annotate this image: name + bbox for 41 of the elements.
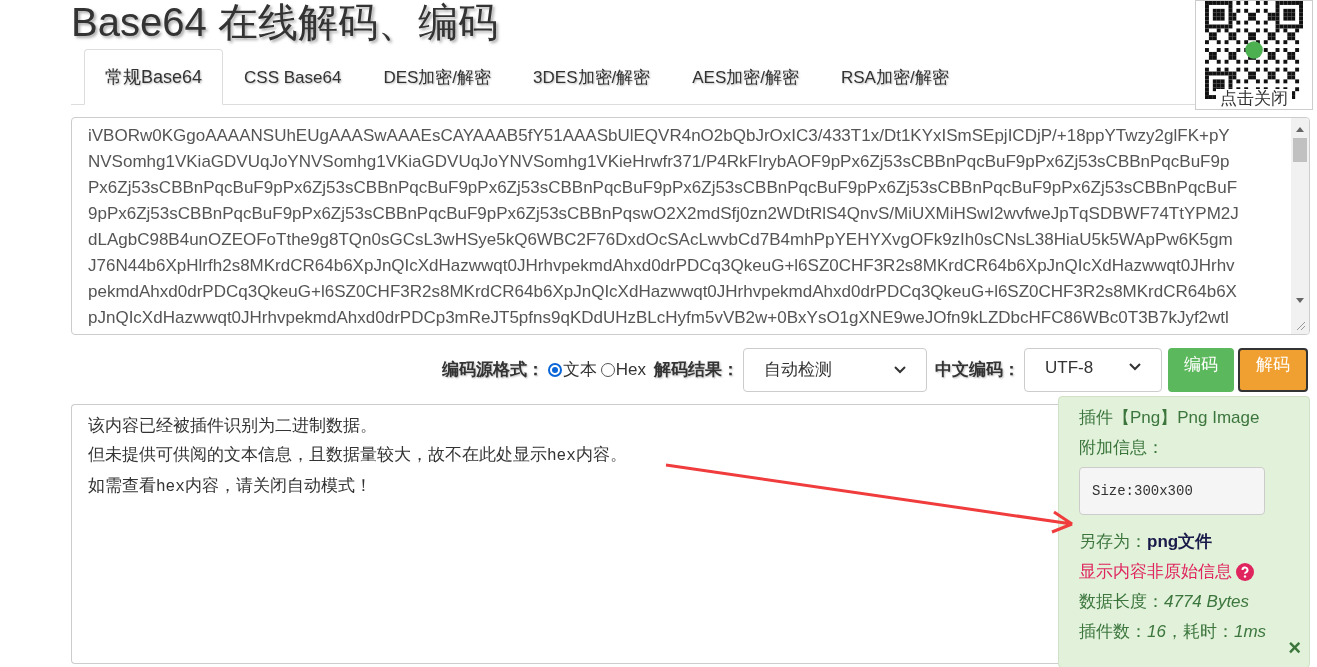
save-as-label: 另存为： — [1079, 531, 1147, 553]
png-file-link[interactable]: png文件 — [1147, 527, 1213, 557]
radio-label: Hex — [615, 359, 646, 382]
tab[interactable]: CSS Base64 — [223, 52, 363, 104]
help-icon[interactable] — [1236, 563, 1254, 581]
source-format-label: 编码源格式： — [441, 359, 544, 382]
output-text-line: 但未提供可供阅的文本信息，且数据量较大，故不在此处显示hex内容。 — [88, 444, 627, 467]
scrollbar[interactable] — [1291, 118, 1309, 334]
input-text-line: pekmdAhxd0drPDCq3QkeuG+l6SZ0CHF3R2s8MKrdCR64b6XpJnQIcXdHazwwqt0JHrhvpekmdAhxd0drPDCq3QkeuG+l6SZ0CHF3R2s8MKrdCR64b6X — [88, 281, 1237, 303]
decode-result-label: 解码结果： — [654, 359, 739, 382]
tab[interactable]: 3DES加密/解密 — [512, 52, 672, 104]
notice-text: 显示内容非原始信息 — [1079, 561, 1232, 583]
charset-label: 中文编码： — [935, 359, 1020, 382]
chevron-down-icon — [894, 366, 906, 374]
data-length-text: 数据长度：4774 Bytes — [1079, 591, 1250, 613]
tab[interactable]: DES加密/解密 — [362, 52, 513, 104]
chevron-down-icon — [1129, 363, 1141, 371]
input-text-line: Px6Zj53sCBBnPqcBuF9pPx6Zj53sCBBnPqcBuF9pPx6Zj53sCBBnPqcBuF9pPx6Zj53sCBBnPqcBuF9pPx6Zj53sCBBnPqcBuF9pPx6Zj53sCBBnPqcBuF — [88, 177, 1237, 199]
input-text-line: J76N44b6XpHlrfh2s8MKrdCR64b6XpJnQIcXdHazwwqt0JHrhvpekmdAhxd0drPDCq3QkeuG+l6SZ0CHF3R2s8MKrdCR64b6XpJnQIcXdHazwwqt0JHrhv — [88, 255, 1235, 277]
input-text-line: iVBORw0KGgoAAAANSUhEUgAAASwAAAEsCAYAAAB5fY51AAASbUlEQVR4nO2bQbJrOxIC3/433T1x/Dt1KYxISmSEpjICDjP/+18ppYTwzy2glFK+pY — [88, 125, 1230, 147]
input-text-line: dLAgbC98B4unOZEOFoTthe9g8TQn0sGCsL3wHSye5kQ6WBC2F76DxdOcSAcLwvbCd7B4mhPpYEHYXvgOFk9zIh0sCNsL38HiaU5k5WApPw6K5gm — [88, 229, 1233, 251]
tab[interactable]: RSA加密/解密 — [820, 52, 970, 104]
page-title: Base64 在线解码、编码 — [71, 0, 498, 44]
input-text-line: pJnQIcXdHazwwqt0JHrhvpekmdAhxd0drPDCp3mReJT5pfns9qKDdUHzBLcHyfm5vVB2w+0BxYsO1gXNE9weJOfn9kLZDbcHFC86WBc0T3B7kJyf2wtl — [88, 307, 1229, 329]
close-button[interactable]: × — [1288, 637, 1301, 659]
input-field[interactable] — [71, 117, 1310, 335]
tab[interactable]: AES加密/解密 — [671, 52, 820, 104]
input-text-line: NVSomhg1VKiaGDVUqJoYNVSomhg1VKiaGDVUqJoYNVSomhg1VKieHrwfr371/P4RkFIrybAOF9pPx6Zj53sCBBnPqcBuF9pPx6Zj53sCBBnPqcBuF9p — [88, 151, 1230, 173]
output-text-line: 该内容已经被插件识别为二进制数据。 — [88, 415, 377, 437]
charset-select[interactable]: UTF-8 — [1024, 348, 1162, 392]
close-qr-link[interactable]: 点击关闭 — [1216, 89, 1292, 109]
output-text-line: 如需查看hex内容，请关闭自动模式！ — [88, 475, 372, 498]
radio-button[interactable] — [547, 363, 562, 377]
extra-info-label: 附加信息： — [1079, 437, 1164, 459]
result-select[interactable]: 自动检测 — [743, 348, 927, 392]
radio-label: 文本 — [562, 359, 597, 382]
plugin-stats-text: 插件数：16，耗时：1ms — [1079, 621, 1267, 643]
plugin-name: 插件【Png】Png Image — [1079, 407, 1260, 429]
extra-info-box: Size:300x300 — [1079, 467, 1265, 515]
input-text-line: 9pPx6Zj53sCBBnPqcBuF9pPx6Zj53sCBBnPqcBuF9pPx6Zj53sCBBnPqswO2X2mdSfj0zn2WDtRlS4QnvS/MiUXMiHSwI2wvfweJpTqSDBWF74TtYPM2J — [88, 203, 1239, 225]
tab[interactable]: 常规Base64 — [84, 49, 224, 105]
